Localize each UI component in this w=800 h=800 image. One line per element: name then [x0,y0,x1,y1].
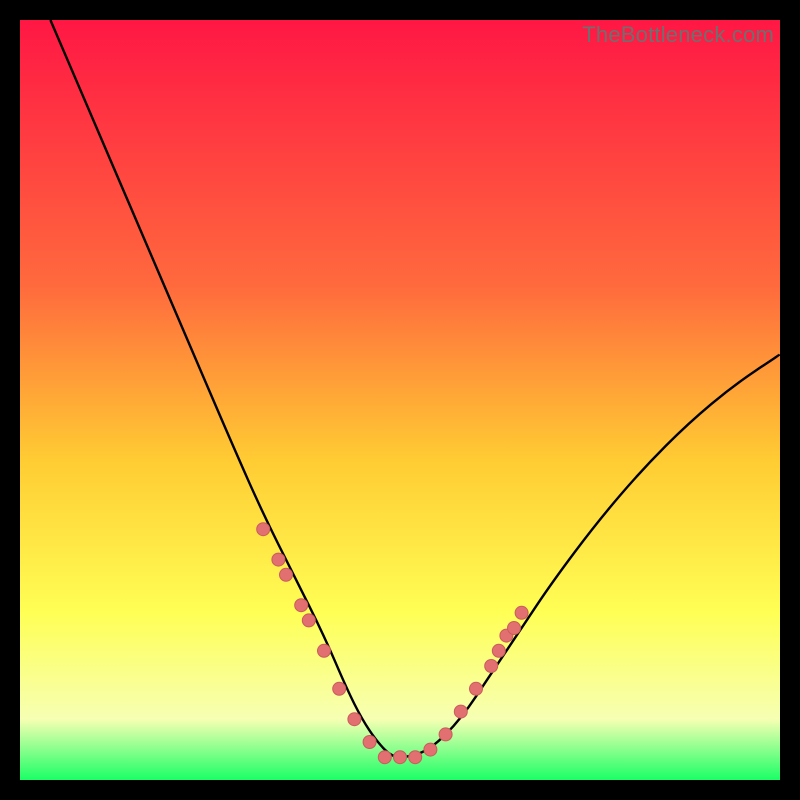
data-marker [280,568,293,581]
data-marker [318,644,331,657]
data-marker [409,751,422,764]
data-marker [302,614,315,627]
data-marker [439,728,452,741]
data-marker [470,682,483,695]
data-marker [257,523,270,536]
data-marker [485,660,498,673]
data-marker [348,713,361,726]
gradient-background [20,20,780,780]
data-marker [295,599,308,612]
data-marker [272,553,285,566]
bottleneck-chart [20,20,780,780]
data-marker [363,736,376,749]
data-marker [394,751,407,764]
data-marker [378,751,391,764]
data-marker [492,644,505,657]
data-marker [454,705,467,718]
watermark-text: TheBottleneck.com [582,22,774,48]
data-marker [515,606,528,619]
data-marker [333,682,346,695]
data-marker [508,622,521,635]
chart-frame: TheBottleneck.com [20,20,780,780]
data-marker [424,743,437,756]
